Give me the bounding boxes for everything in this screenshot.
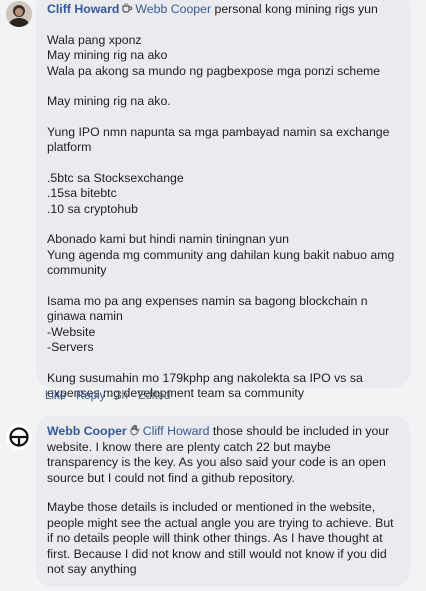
separator-dot: · — [108, 390, 113, 402]
reply-link[interactable]: Reply — [76, 390, 105, 402]
like-link[interactable]: Like — [45, 390, 66, 402]
coffee-emoji-icon — [121, 2, 133, 14]
comment-paragraph: Maybe those details is included or menti… — [47, 500, 394, 576]
avatar-cliff-howard[interactable] — [6, 1, 32, 27]
comment-bubble: Webb Cooper Cliff Howard those should be … — [36, 416, 410, 587]
edited-label[interactable]: Edited — [138, 390, 171, 402]
avatar-photo — [6, 1, 32, 27]
mention-link[interactable]: Webb Cooper — [135, 2, 211, 16]
avatar-webb-cooper[interactable] — [6, 424, 32, 450]
comment-paragraph: .5btc sa Stocksexchange .15sa bitebtc .1… — [47, 170, 184, 216]
separator-dot: · — [131, 390, 135, 402]
comment-paragraph: Yung IPO nmn napunta sa mga pambayad nam… — [47, 124, 390, 155]
comment-paragraph: Abonado kami but hindi namin tiningnan y… — [47, 232, 395, 277]
comment-text: Webb Cooper Cliff Howard those should be … — [47, 424, 402, 486]
comment-timestamp[interactable]: 3h — [115, 390, 128, 402]
waving-hand-emoji-icon — [129, 424, 141, 436]
mention-link[interactable]: Cliff Howard — [143, 424, 210, 438]
comment-author[interactable]: Webb Cooper — [47, 424, 127, 438]
comment-text: Cliff Howard Webb Cooper personal kong mi… — [47, 2, 402, 18]
comment-paragraph: Wala pang xponz May mining rig na ako Wa… — [47, 32, 381, 78]
comment-paragraph: May mining rig na ako. — [47, 94, 171, 108]
comment-lead-text: personal kong mining rigs yun — [211, 2, 378, 16]
comment-author[interactable]: Cliff Howard — [47, 2, 119, 16]
comment-actions: Like · Reply · 3h · Edited — [45, 390, 170, 402]
separator-dot: · — [69, 390, 73, 402]
comment-paragraph: Isama mo pa ang expenses namin sa bagong… — [47, 293, 368, 355]
comment-bubble: Cliff Howard Webb Cooper personal kong mi… — [36, 0, 410, 400]
avatar-logo — [6, 424, 32, 450]
